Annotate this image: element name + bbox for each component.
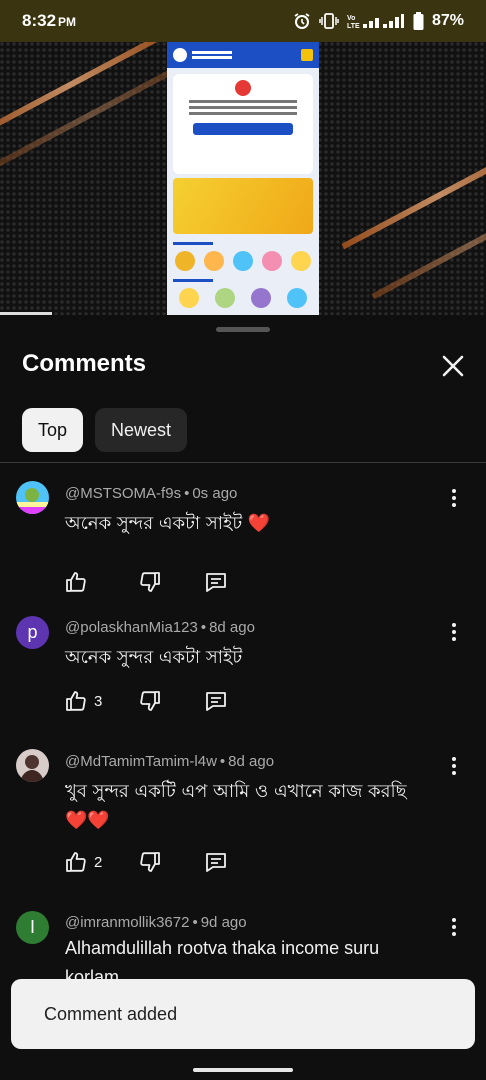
thumbs-down-icon [140, 572, 160, 592]
avatar[interactable] [16, 749, 49, 782]
comment-time: 8d ago [209, 619, 255, 636]
reply-button[interactable] [204, 689, 228, 713]
comment-time: 9d ago [200, 914, 247, 931]
thumbs-up-icon [66, 572, 86, 592]
video-thumbnail [167, 42, 319, 315]
alarm-icon [294, 13, 310, 29]
thumbs-up-icon [66, 852, 86, 872]
comment-time: 8d ago [228, 753, 275, 770]
comment-meta: @MdTamimTamim-l4w • 8d ago [65, 753, 275, 770]
reply-button[interactable] [204, 850, 228, 874]
like-button[interactable]: 3 [64, 689, 138, 713]
tab-newest[interactable]: Newest [95, 408, 188, 452]
close-button[interactable] [440, 353, 466, 379]
drag-handle[interactable] [216, 327, 270, 332]
thumbs-down-icon [140, 852, 160, 872]
dislike-button[interactable] [138, 850, 204, 874]
status-icons: Vo LTE 87% [293, 12, 464, 30]
comment-time: 0s ago [192, 485, 238, 502]
comment-author[interactable]: @MSTSOMA-f9s [65, 485, 181, 502]
battery-percent: 87% [431, 12, 464, 29]
dislike-button[interactable] [138, 570, 204, 594]
dislike-button[interactable] [138, 689, 204, 713]
comment-text: খুব সুন্দর একটি এপ আমি ও এখানে কাজ করছি ❤… [65, 781, 407, 831]
more-options-button[interactable] [446, 622, 462, 642]
sort-tabs: Top Newest [22, 408, 188, 452]
comment-meta: @MSTSOMA-f9s • 0s ago [65, 485, 238, 502]
more-options-button[interactable] [446, 917, 462, 937]
comments-sheet: Comments Top Newest @MSTSOMA-f9s • 0s ago … [0, 315, 486, 1080]
reply-button[interactable] [204, 570, 228, 594]
like-count: 3 [94, 692, 103, 710]
comment-text: অনেক সুন্দর একটা সাইট [65, 647, 243, 668]
like-count: 2 [94, 853, 103, 871]
toast-message: Comment added [44, 1003, 178, 1024]
avatar[interactable] [16, 481, 49, 514]
avatar[interactable]: p [16, 616, 49, 649]
vibrate-icon [319, 13, 339, 29]
video-player[interactable] [0, 42, 486, 315]
avatar[interactable]: I [16, 911, 49, 944]
gesture-nav-bar[interactable] [193, 1068, 293, 1072]
reply-icon [206, 853, 226, 872]
thumbs-up-icon [66, 691, 86, 711]
toast-snackbar: Comment added [11, 979, 475, 1049]
thumbs-down-icon [140, 691, 160, 711]
status-bar: 8:32 PM Vo LTE 87% [0, 0, 486, 42]
more-options-button[interactable] [446, 488, 462, 508]
like-button[interactable] [64, 570, 138, 594]
status-time: 8:32 PM [22, 11, 77, 30]
close-icon [442, 355, 464, 377]
comment-meta: @polaskhanMia123 • 8d ago [65, 619, 255, 636]
reply-icon [206, 573, 226, 592]
reply-icon [206, 692, 226, 711]
svg-text:LTE: LTE [347, 23, 360, 30]
lte-signal-icon: VoLTE [347, 14, 404, 30]
comment-author[interactable]: @polaskhanMia123 [65, 619, 198, 636]
comment-author[interactable]: @MdTamimTamim-l4w [65, 753, 217, 770]
more-options-button[interactable] [446, 756, 462, 776]
battery-icon [413, 12, 424, 30]
svg-text:Vo: Vo [347, 15, 355, 22]
divider [0, 462, 486, 463]
comment-text: অনেক সুন্দর একটা সাইট ❤️ [65, 513, 271, 534]
comment-meta: @imranmollik3672 • 9d ago [65, 914, 247, 931]
like-button[interactable]: 2 [64, 850, 138, 874]
comment-author[interactable]: @imranmollik3672 [65, 914, 189, 931]
tab-top[interactable]: Top [22, 408, 84, 452]
comments-title: Comments [22, 350, 147, 377]
